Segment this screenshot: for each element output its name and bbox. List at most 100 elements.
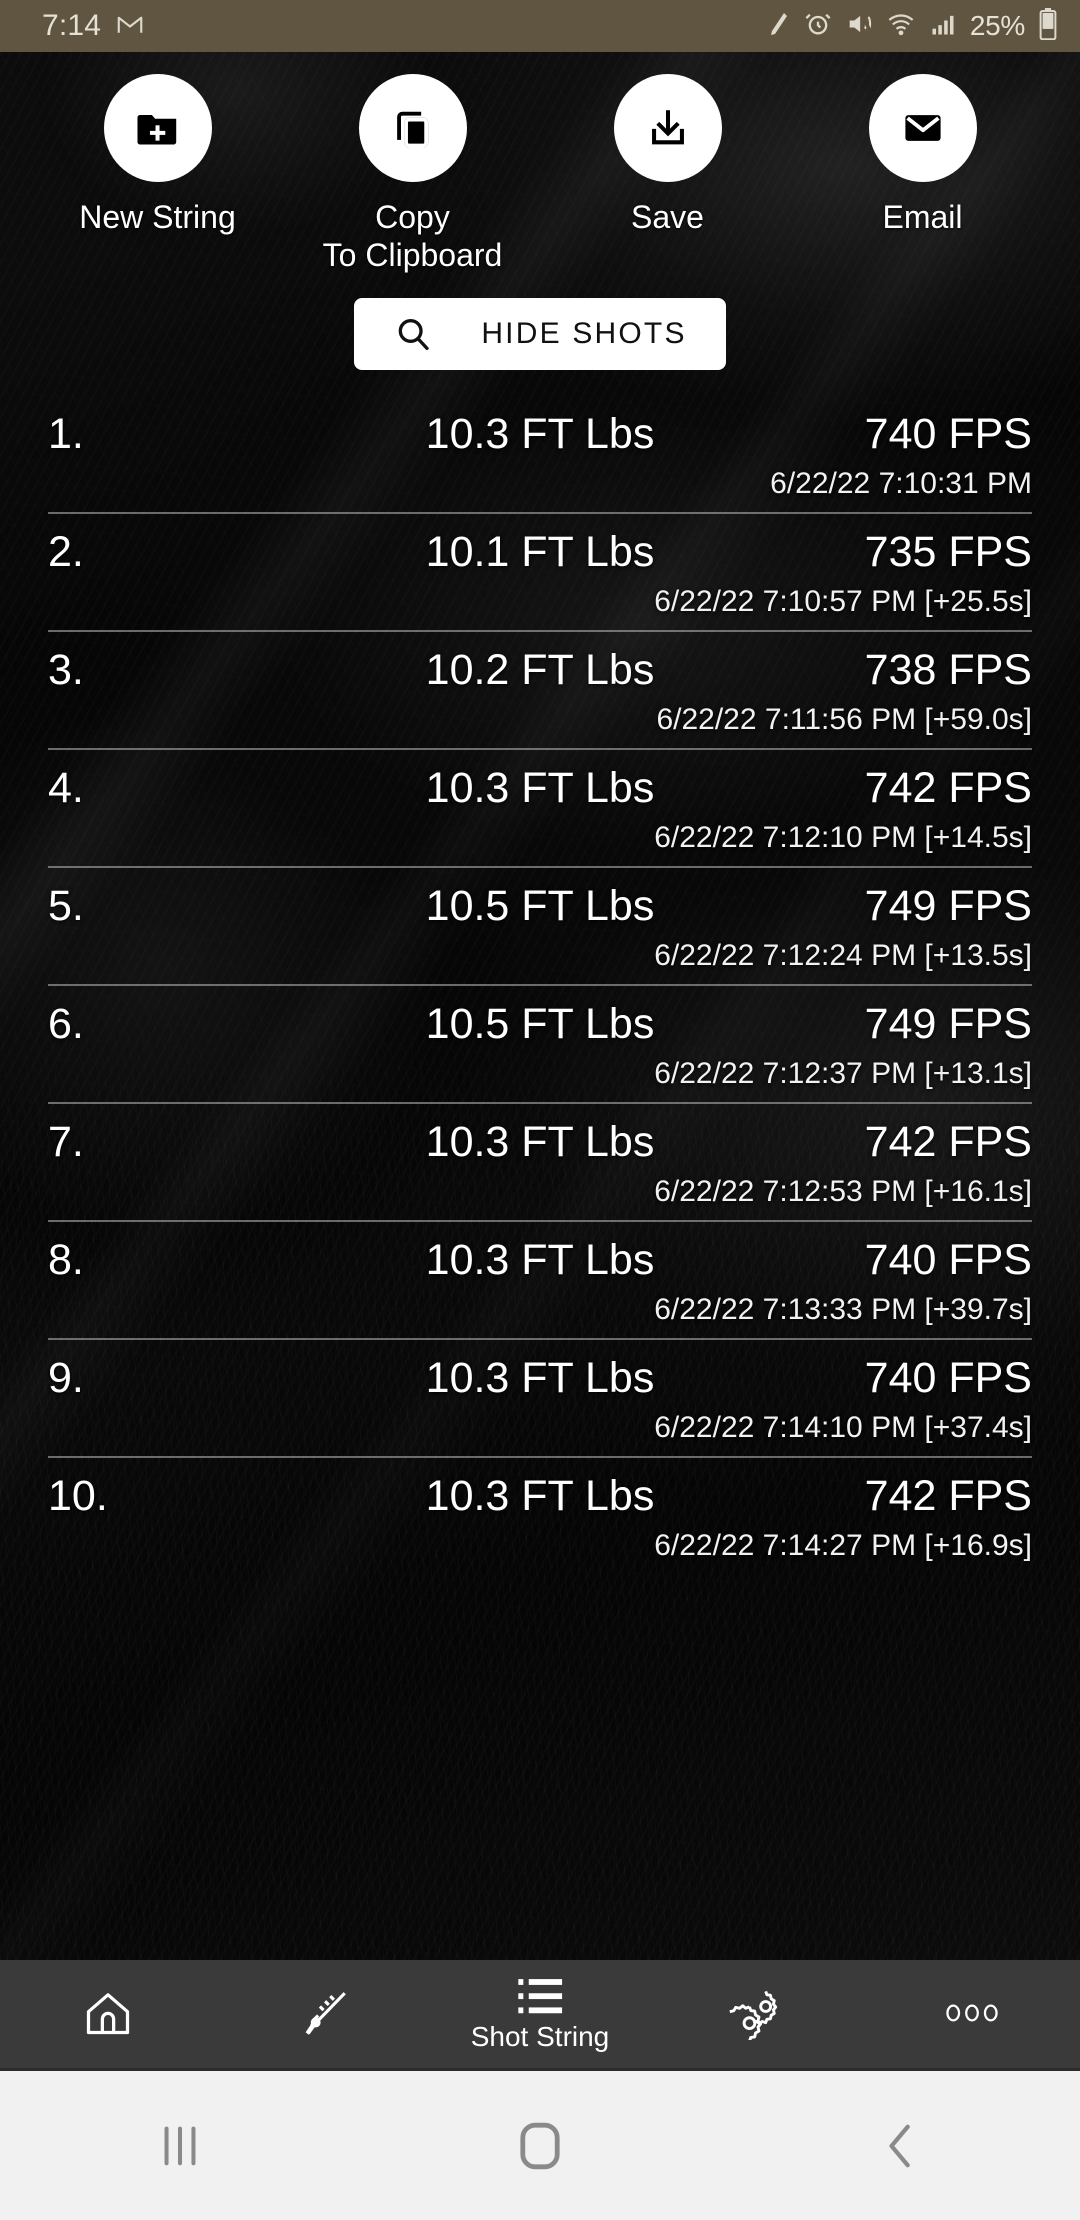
shot-energy: 10.3 FT Lbs	[425, 1118, 655, 1166]
shot-timestamp: 6/22/22 7:14:10 PM [+37.4s]	[654, 1411, 1032, 1444]
shot-energy: 10.3 FT Lbs	[425, 764, 655, 812]
shot-row[interactable]: 2. 10.1 FT Lbs 735 FPS 6/22/22 7:10:57 PM […	[48, 514, 1032, 632]
battery-percent: 25%	[969, 10, 1025, 41]
shot-row[interactable]: 1. 10.3 FT Lbs 740 FPS 6/22/22 7:10:31 PM	[48, 396, 1032, 514]
shot-index: 10.	[48, 1472, 108, 1520]
more-dots-icon	[943, 2000, 1001, 2026]
tab-shot-string-label: Shot String	[470, 2021, 610, 2052]
shot-row-main: 2. 10.1 FT Lbs 735 FPS	[48, 524, 1032, 580]
shot-index: 7.	[48, 1118, 84, 1166]
shot-row-main: 9. 10.3 FT Lbs 740 FPS	[48, 1350, 1032, 1406]
shot-timestamp: 6/22/22 7:12:24 PM [+13.5s]	[654, 939, 1032, 972]
shot-row[interactable]: 4. 10.3 FT Lbs 742 FPS 6/22/22 7:12:10 PM […	[48, 750, 1032, 868]
alarm-icon	[804, 10, 832, 43]
shot-speed: 742 FPS	[864, 764, 1032, 812]
email-label: Email	[882, 199, 963, 235]
shot-row[interactable]: 8. 10.3 FT Lbs 740 FPS 6/22/22 7:13:33 PM […	[48, 1222, 1032, 1340]
download-icon	[646, 106, 690, 150]
shot-speed: 740 FPS	[864, 410, 1032, 458]
shot-row-main: 5. 10.5 FT Lbs 749 FPS	[48, 878, 1032, 934]
shot-row[interactable]: 3. 10.2 FT Lbs 738 FPS 6/22/22 7:11:56 PM […	[48, 632, 1032, 750]
rifle-icon	[297, 1986, 351, 2040]
signal-icon	[929, 10, 957, 43]
shot-row-main: 6. 10.5 FT Lbs 749 FPS	[48, 996, 1032, 1052]
shot-timestamp: 6/22/22 7:12:53 PM [+16.1s]	[654, 1175, 1032, 1208]
shot-speed: 735 FPS	[864, 528, 1032, 576]
copy-to-clipboard-label: Copy To Clipboard	[322, 199, 503, 273]
pencil-icon	[767, 10, 791, 43]
search-icon	[393, 314, 433, 354]
home-square-icon	[516, 2120, 564, 2172]
recents-icon	[158, 2121, 202, 2171]
tab-settings[interactable]	[648, 1960, 864, 2068]
home-button[interactable]	[360, 2071, 720, 2220]
shot-energy: 10.2 FT Lbs	[425, 646, 655, 694]
copy-to-clipboard-button[interactable]: Copy To Clipboard	[285, 74, 540, 274]
back-button[interactable]	[720, 2071, 1080, 2220]
android-nav-bar	[0, 2068, 1080, 2220]
shot-row[interactable]: 10. 10.3 FT Lbs 742 FPS 6/22/22 7:14:27 PM …	[48, 1458, 1032, 1574]
shot-energy: 10.5 FT Lbs	[425, 1000, 655, 1048]
status-bar-right: 25%	[767, 7, 1058, 45]
shot-energy: 10.3 FT Lbs	[425, 1472, 655, 1520]
shot-speed: 742 FPS	[864, 1118, 1032, 1166]
folder-plus-icon	[135, 105, 181, 151]
mute-icon	[845, 10, 873, 43]
battery-icon	[1038, 7, 1058, 45]
shot-speed: 749 FPS	[864, 882, 1032, 930]
copy-icon	[391, 106, 435, 150]
shot-row[interactable]: 5. 10.5 FT Lbs 749 FPS 6/22/22 7:12:24 PM […	[48, 868, 1032, 986]
shot-index: 2.	[48, 528, 84, 576]
shot-timestamp: 6/22/22 7:11:56 PM [+59.0s]	[656, 703, 1032, 736]
shot-row[interactable]: 6. 10.5 FT Lbs 749 FPS 6/22/22 7:12:37 PM […	[48, 986, 1032, 1104]
wifi-icon	[886, 10, 916, 43]
main-content: New String Copy To Clipboard Save Email …	[0, 52, 1080, 1960]
shot-speed: 740 FPS	[864, 1236, 1032, 1284]
hide-shots-button[interactable]: HIDE SHOTS	[354, 298, 726, 370]
shot-timestamp: 6/22/22 7:13:33 PM [+39.7s]	[654, 1293, 1032, 1326]
hide-shots-label: HIDE SHOTS	[481, 317, 687, 350]
recents-button[interactable]	[0, 2071, 360, 2220]
shot-row-main: 3. 10.2 FT Lbs 738 FPS	[48, 642, 1032, 698]
gears-icon	[729, 1986, 783, 2040]
save-label: Save	[631, 199, 704, 235]
shot-timestamp: 6/22/22 7:10:57 PM [+25.5s]	[654, 585, 1032, 618]
new-string-button[interactable]: New String	[30, 74, 285, 274]
shot-index: 6.	[48, 1000, 84, 1048]
tab-shot-string[interactable]: Shot String	[432, 1960, 648, 2068]
save-circle	[613, 74, 722, 182]
copy-circle	[358, 74, 467, 182]
shot-row[interactable]: 9. 10.3 FT Lbs 740 FPS 6/22/22 7:14:10 PM […	[48, 1340, 1032, 1458]
shot-energy: 10.3 FT Lbs	[425, 1236, 655, 1284]
shot-energy: 10.1 FT Lbs	[425, 528, 655, 576]
save-button[interactable]: Save	[540, 74, 795, 274]
status-bar: 7:14 25%	[0, 0, 1080, 52]
shot-index: 4.	[48, 764, 84, 812]
shot-row-main: 8. 10.3 FT Lbs 740 FPS	[48, 1232, 1032, 1288]
app-root: 7:14 25% New String Copy To Clipboard Sa…	[0, 0, 1080, 2220]
shot-timestamp: 6/22/22 7:12:37 PM [+13.1s]	[654, 1057, 1032, 1090]
shot-energy: 10.3 FT Lbs	[425, 410, 655, 458]
shot-row[interactable]: 7. 10.3 FT Lbs 742 FPS 6/22/22 7:12:53 PM […	[48, 1104, 1032, 1222]
email-button[interactable]: Email	[795, 74, 1050, 274]
bottom-tab-bar: Shot String	[0, 1960, 1080, 2068]
shot-index: 8.	[48, 1236, 84, 1284]
shot-speed: 742 FPS	[864, 1472, 1032, 1520]
shot-index: 5.	[48, 882, 84, 930]
status-bar-left: 7:14	[42, 9, 145, 44]
shot-timestamp: 6/22/22 7:14:27 PM [+16.9s]	[654, 1529, 1032, 1562]
shot-timestamp: 6/22/22 7:12:10 PM [+14.5s]	[654, 821, 1032, 854]
action-button-row: New String Copy To Clipboard Save Email	[0, 52, 1080, 274]
shot-speed: 738 FPS	[864, 646, 1032, 694]
tab-rifle[interactable]	[216, 1960, 432, 2068]
list-icon	[515, 1975, 565, 2019]
tab-home[interactable]	[0, 1960, 216, 2068]
shot-speed: 740 FPS	[864, 1354, 1032, 1402]
shot-row-main: 4. 10.3 FT Lbs 742 FPS	[48, 760, 1032, 816]
shot-string-list[interactable]: 1. 10.3 FT Lbs 740 FPS 6/22/22 7:10:31 PM 2.…	[0, 396, 1080, 1960]
home-icon	[82, 1987, 134, 2039]
shot-speed: 749 FPS	[864, 1000, 1032, 1048]
email-icon	[901, 106, 945, 150]
shot-index: 1.	[48, 410, 84, 458]
tab-more[interactable]	[864, 1960, 1080, 2068]
